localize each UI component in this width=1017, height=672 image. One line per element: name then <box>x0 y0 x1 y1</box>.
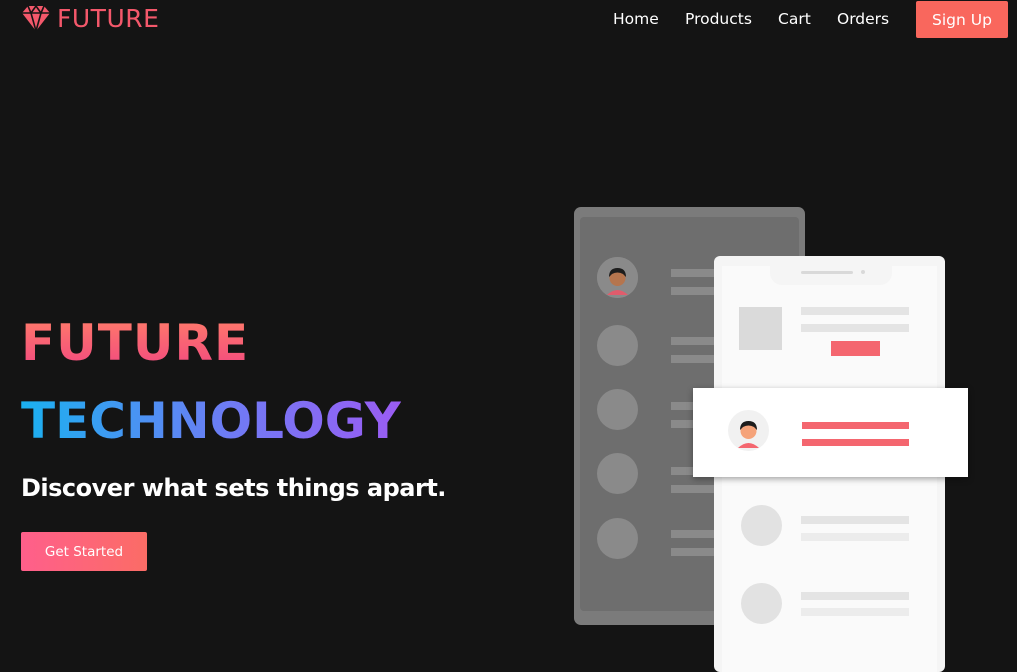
landing-page: FUTURE Home Products Cart Orders Sign Up… <box>0 0 1017 672</box>
brand-name: FUTURE <box>57 3 160 33</box>
speaker-slot <box>801 271 853 274</box>
hero-title-line2: TECHNOLOGY <box>21 392 401 450</box>
brand-logo[interactable]: FUTURE <box>21 4 159 32</box>
navbar: FUTURE Home Products Cart Orders Sign Up <box>0 0 1017 40</box>
get-started-button[interactable]: Get Started <box>21 532 147 571</box>
placeholder-avatar <box>741 583 782 624</box>
red-line <box>802 439 909 446</box>
placeholder-line <box>801 608 909 616</box>
placeholder-line <box>671 530 715 538</box>
placeholder-line <box>801 307 909 315</box>
phones-illustration <box>560 200 980 672</box>
red-tag <box>831 341 880 356</box>
red-line <box>802 422 909 429</box>
hero-title-line1: FUTURE <box>21 314 250 372</box>
placeholder-line <box>671 485 715 493</box>
person-avatar-icon <box>728 410 769 451</box>
image-placeholder <box>739 307 782 350</box>
placeholder-avatar <box>597 389 638 430</box>
placeholder-line <box>801 324 909 332</box>
nav-link-orders[interactable]: Orders <box>837 10 889 28</box>
diamond-icon <box>22 4 50 32</box>
placeholder-line <box>671 287 715 295</box>
placeholder-line <box>671 337 715 345</box>
person-avatar-icon <box>597 257 638 298</box>
person-avatar-graphic <box>597 257 638 298</box>
nav-link-products[interactable]: Products <box>685 10 752 28</box>
placeholder-line <box>801 533 909 541</box>
front-phone-notch <box>770 263 892 285</box>
placeholder-line <box>801 592 909 600</box>
placeholder-line <box>801 516 909 524</box>
hero-subtitle: Discover what sets things apart. <box>21 474 446 502</box>
placeholder-line <box>671 548 715 556</box>
nav-link-cart[interactable]: Cart <box>778 10 811 28</box>
placeholder-avatar <box>597 325 638 366</box>
signup-button[interactable]: Sign Up <box>916 1 1008 38</box>
floating-profile-card <box>693 388 968 477</box>
nav-link-home[interactable]: Home <box>613 10 659 28</box>
placeholder-line <box>671 269 715 277</box>
placeholder-line <box>671 355 715 363</box>
placeholder-avatar <box>597 518 638 559</box>
placeholder-avatar <box>597 453 638 494</box>
camera-dot <box>861 270 865 274</box>
placeholder-avatar <box>741 505 782 546</box>
